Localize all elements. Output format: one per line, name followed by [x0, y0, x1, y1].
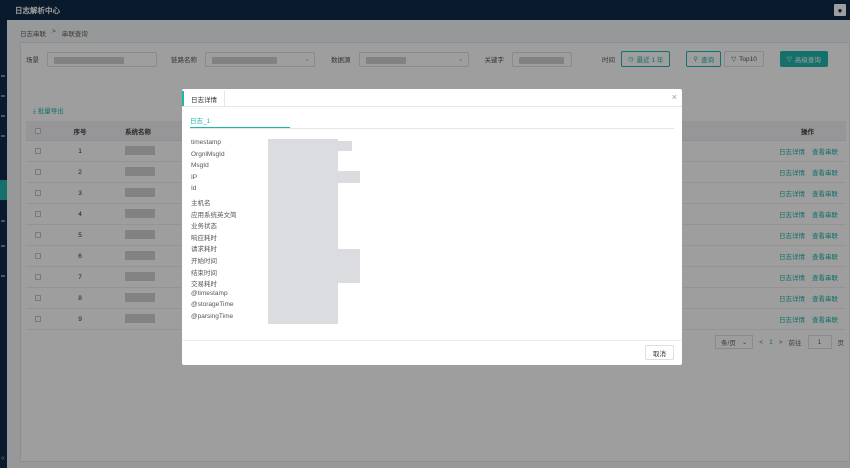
modal-title: 日志详情: [182, 91, 225, 106]
field-label: 交易耗时: [191, 281, 217, 289]
field-label: 开始时间: [191, 257, 217, 265]
tab-active-indicator: [190, 127, 290, 128]
cancel-button[interactable]: 取消: [645, 345, 674, 360]
field-label: 请求耗时: [191, 246, 217, 254]
divider: [182, 106, 682, 107]
field-label: 响应耗时: [191, 234, 217, 242]
field-label: @timestamp: [191, 289, 228, 297]
redacted-value: [338, 141, 352, 151]
field-label: MsgId: [191, 162, 209, 170]
field-label: 业务状态: [191, 223, 217, 231]
field-label: timestamp: [191, 139, 221, 146]
log-detail-modal: 日志详情 × 日志_1 timestamp OrgnlMsgId MsgId IP Id…: [182, 89, 682, 365]
redacted-value: [268, 139, 338, 324]
divider: [182, 340, 682, 341]
redacted-value: [338, 171, 360, 183]
field-list: timestamp OrgnlMsgId MsgId IP Id 主机名应用系统英文简 业务…: [191, 139, 237, 325]
field-label: @storageTime: [191, 301, 234, 309]
field-label: OrgnlMsgId: [191, 150, 225, 158]
divider: [190, 128, 674, 129]
close-icon[interactable]: ×: [672, 92, 677, 102]
field-label: Id: [191, 185, 197, 193]
field-label: IP: [191, 173, 198, 181]
field-label: @parsingTime: [191, 312, 234, 320]
field-label: 主机名: [191, 199, 211, 207]
field-label: 应用系统英文简: [191, 211, 237, 219]
redacted-value: [338, 249, 360, 283]
field-label: 结束时间: [191, 269, 217, 277]
tab-log-1[interactable]: 日志_1: [190, 115, 210, 125]
